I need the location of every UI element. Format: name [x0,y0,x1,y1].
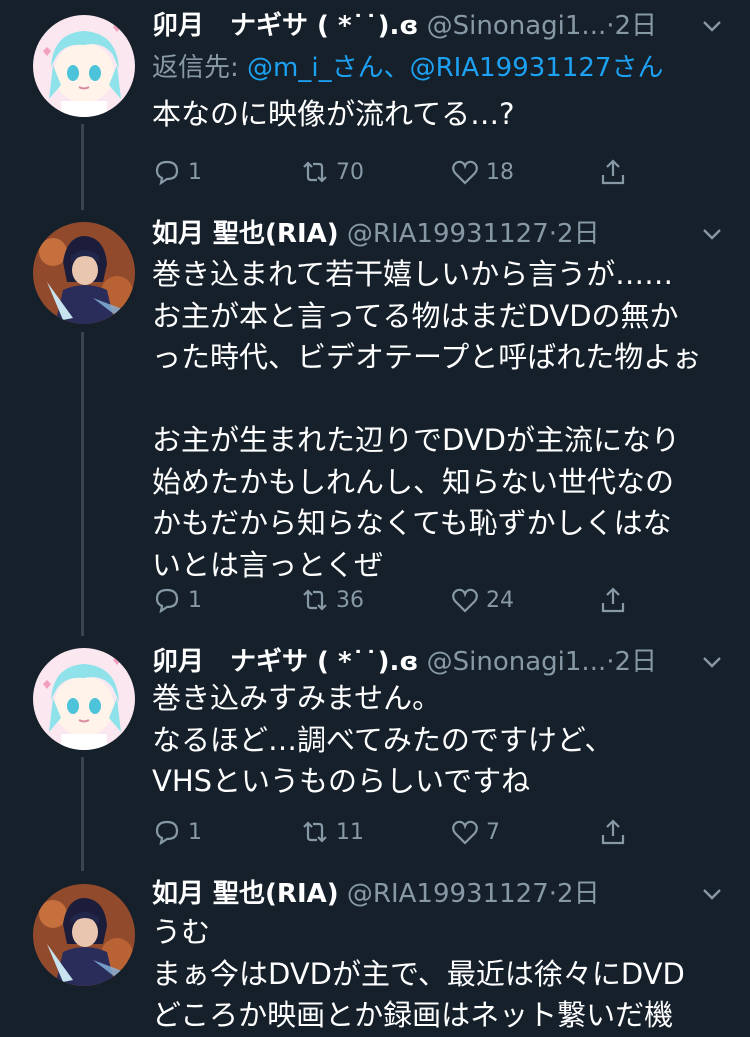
tweet-header: 卯月 ナギサ ( *˙˙).ɞ @Sinonagi1...·2日 [152,6,710,46]
tweet-text: うむ まぁ今はDVDが主で、最近は徐々にDVD どころか映画とか録画はネット繋い… [152,915,685,1032]
share-icon [601,819,625,845]
avatar-anime-girl-icon [33,648,135,750]
reply-to: 返信先: @m_i_さん、@RIA19931127さん [152,48,663,88]
timeline: 卯月 ナギサ ( *˙˙).ɞ @Sinonagi1...·2日 返信先: @m… [0,0,750,1032]
retweet-count: 70 [336,159,364,185]
avatar[interactable] [33,15,135,117]
reply-count: 1 [188,819,202,845]
like-count: 24 [486,587,514,613]
heart-icon [452,588,478,613]
mention-link[interactable]: @m_i_さん [247,53,384,83]
separator-dot: · [606,647,615,677]
like-button[interactable]: 24 [450,582,514,618]
like-count: 7 [486,819,500,845]
display-name[interactable]: 卯月 ナギサ ( *˙˙).ɞ [152,647,418,677]
heart-icon [452,160,478,185]
avatar-fantasy-character-icon [33,222,135,324]
tweet[interactable]: 卯月 ナギサ ( *˙˙).ɞ @Sinonagi1...·2日 巻き込みすみま… [0,640,750,870]
reply-count: 1 [188,159,202,185]
avatar[interactable] [33,884,135,986]
tweet[interactable]: 如月 聖也(RIA) @RIA19931127·2日 うむ まぁ今はDVDが主で… [0,872,750,1032]
share-button[interactable] [598,814,634,850]
display-name[interactable]: 卯月 ナギサ ( *˙˙).ɞ [152,11,418,41]
tweet-header: 如月 聖也(RIA) @RIA19931127·2日 [152,214,710,254]
reply-icon [155,588,179,614]
like-button[interactable]: 7 [450,814,500,850]
reply-icon [155,820,179,846]
retweet-button[interactable]: 36 [300,582,364,618]
tweet[interactable]: 卯月 ナギサ ( *˙˙).ɞ @Sinonagi1...·2日 返信先: @m… [0,0,750,200]
tweet-actions: 1 36 24 [152,582,652,618]
chevron-down-icon[interactable] [700,650,724,674]
retweet-button[interactable]: 11 [300,814,364,850]
tweet-actions: 1 70 18 [152,154,652,190]
chevron-down-icon[interactable] [700,222,724,246]
avatar-anime-girl-icon [33,15,135,117]
timestamp[interactable]: 2日 [557,219,600,249]
separator-dot: · [548,219,558,249]
heart-icon [452,820,478,845]
separator-dot: · [548,879,558,909]
share-button[interactable] [598,582,634,618]
share-button[interactable] [598,154,634,190]
avatar[interactable] [33,648,135,750]
reply-button[interactable]: 1 [152,814,202,850]
tweet[interactable]: 如月 聖也(RIA) @RIA19931127·2日 巻き込まれて若干嬉しいから… [0,208,750,638]
display-name[interactable]: 如月 聖也(RIA) [152,219,339,249]
chevron-down-icon[interactable] [700,14,724,38]
tweet-header: 卯月 ナギサ ( *˙˙).ɞ @Sinonagi1...·2日 [152,642,710,682]
avatar-fantasy-character-icon [33,884,135,986]
like-button[interactable]: 18 [450,154,514,190]
tweet-text: 巻き込まれて若干嬉しいから言うが…… お主が本と言ってる物はまだDVDの無か っ… [152,257,702,582]
user-handle[interactable]: @Sinonagi1... [427,11,607,41]
tweet-actions: 1 11 7 [152,814,652,850]
reply-button[interactable]: 1 [152,154,202,190]
retweet-icon [303,161,327,183]
reply-count: 1 [188,587,202,613]
separator-dot: · [606,11,615,41]
reply-icon [155,160,179,186]
mention-link[interactable]: @RIA19931127さん [410,53,664,83]
timestamp[interactable]: 2日 [615,647,658,677]
share-icon [601,159,625,185]
like-count: 18 [486,159,514,185]
retweet-button[interactable]: 70 [300,154,364,190]
reply-to-prefix: 返信先: [152,53,248,83]
retweet-count: 11 [336,819,364,845]
tweet-text: 巻き込みすみません。 なるほど…調べてみたのですけど、 VHSというものらしいで… [152,681,614,798]
display-name[interactable]: 如月 聖也(RIA) [152,879,339,909]
retweet-icon [303,589,327,611]
retweet-icon [303,821,327,843]
timestamp[interactable]: 2日 [615,11,658,41]
user-handle[interactable]: @Sinonagi1... [427,647,607,677]
tweet-header: 如月 聖也(RIA) @RIA19931127·2日 [152,874,710,914]
timestamp[interactable]: 2日 [557,879,600,909]
user-handle[interactable]: @RIA19931127 [347,219,549,249]
reply-button[interactable]: 1 [152,582,202,618]
mention-separator: 、 [383,53,410,83]
chevron-down-icon[interactable] [700,882,724,906]
retweet-count: 36 [336,587,364,613]
user-handle[interactable]: @RIA19931127 [347,879,549,909]
share-icon [601,587,625,613]
tweet-text: 本なのに映像が流れてる…? [152,97,515,131]
avatar[interactable] [33,222,135,324]
